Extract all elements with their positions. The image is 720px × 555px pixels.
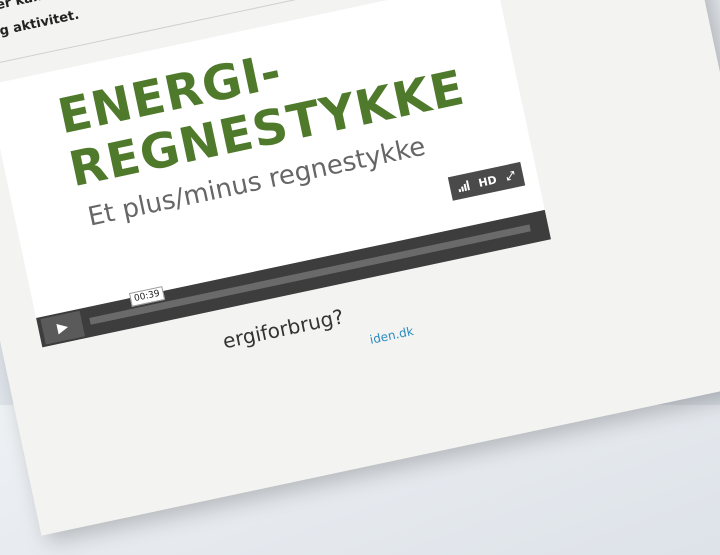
video-hud: HD ⤢ [447,161,526,201]
page-stage: ➜ Her kan du se en video, der for og akt… [0,0,720,547]
time-badge: 00:39 [128,286,166,307]
play-icon: ▶ [55,318,70,337]
source-link[interactable]: iden.dk [369,324,415,347]
hd-button[interactable]: HD [477,173,498,190]
play-button[interactable]: ▶ [40,310,85,345]
content-sheet: ➜ Her kan du se en video, der for og akt… [0,0,720,536]
section-heading: ergiforbrug? [220,304,346,354]
signal-bars-icon[interactable] [457,180,470,193]
video-player[interactable]: ENERGI- REGNESTYKKE Et plus/minus regnes… [0,0,551,348]
fullscreen-icon[interactable]: ⤢ [505,168,517,184]
